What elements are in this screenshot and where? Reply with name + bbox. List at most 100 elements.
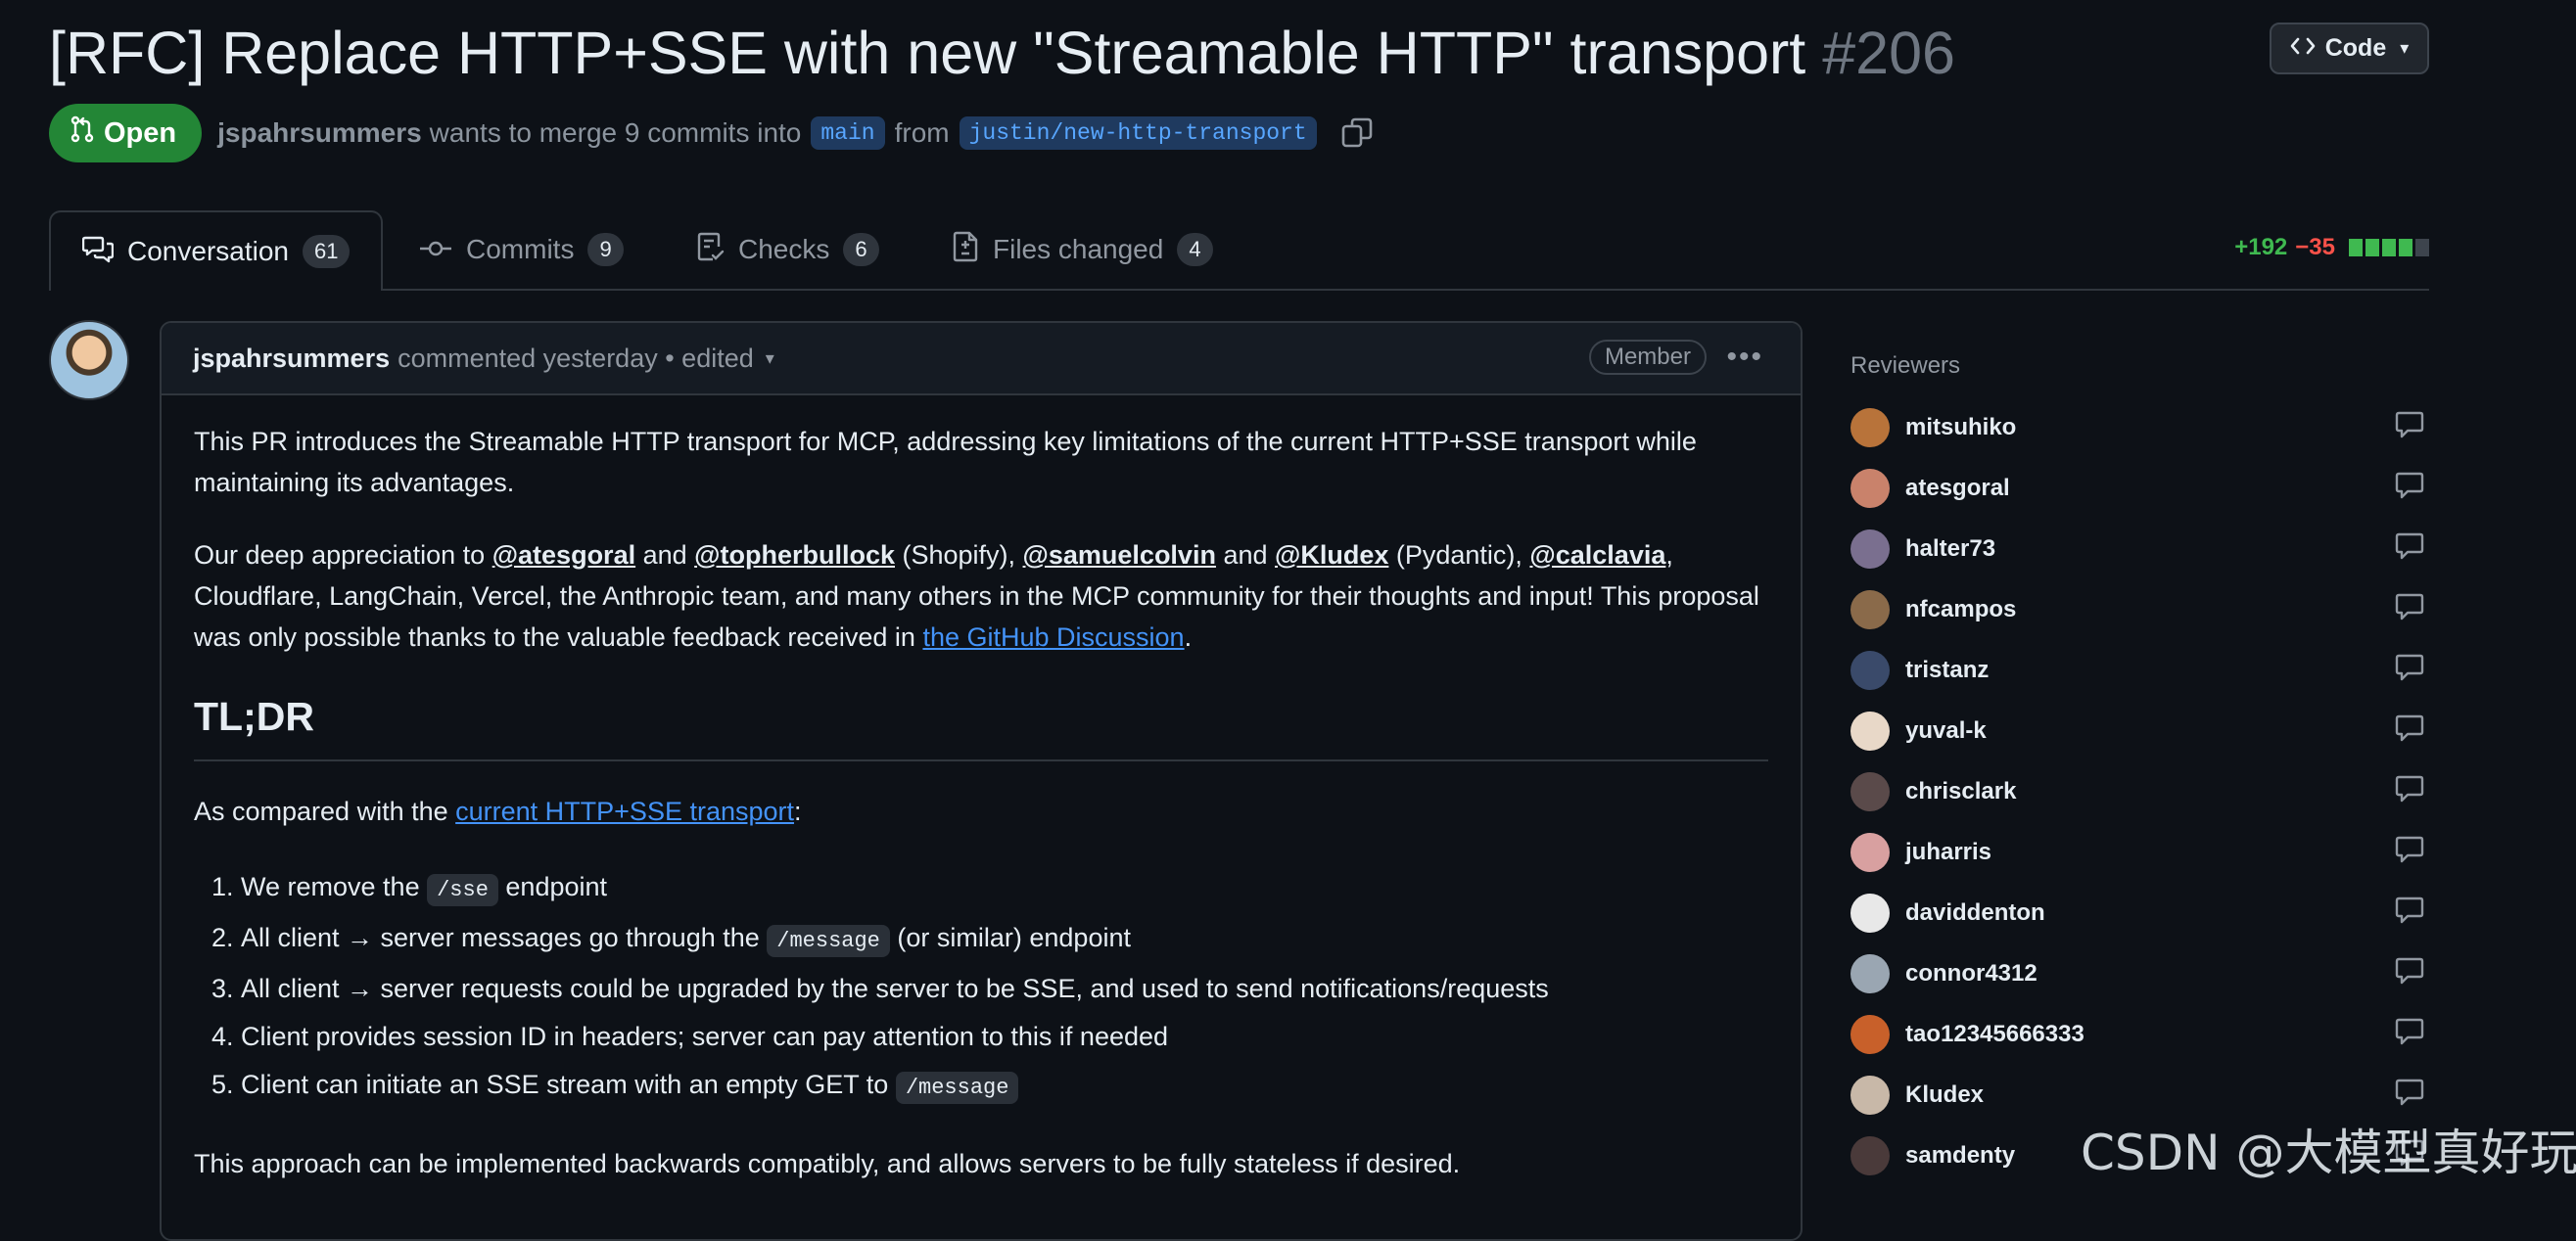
comment-icon[interactable]	[2395, 896, 2424, 929]
reviewer-name[interactable]: connor4312	[1905, 960, 2037, 988]
diffstat-additions: +192	[2234, 234, 2288, 260]
diffstat-block	[2415, 239, 2429, 256]
reviewer-item[interactable]: yuval-k	[1850, 701, 2432, 761]
diffstat-block	[2382, 239, 2396, 256]
reviewer-name[interactable]: tao12345666333	[1905, 1021, 2084, 1048]
paragraph: This PR introduces the Streamable HTTP t…	[194, 427, 1697, 497]
reviewer-item[interactable]: daviddenton	[1850, 883, 2432, 943]
reviewer-name[interactable]: nfcampos	[1905, 596, 2016, 623]
comment-icon[interactable]	[2395, 714, 2424, 747]
comment-icon[interactable]	[2395, 472, 2424, 504]
avatar[interactable]	[1850, 1076, 1890, 1115]
text: As compared with the	[194, 797, 456, 826]
reviewer-item[interactable]: mitsuhiko	[1850, 397, 2432, 458]
tab-checks[interactable]: Checks 6	[697, 210, 879, 289]
base-branch[interactable]: main	[811, 116, 885, 150]
comment-icon[interactable]	[2395, 1018, 2424, 1050]
reviewer-item[interactable]: halter73	[1850, 519, 2432, 579]
reviewer-item[interactable]: atesgoral	[1850, 458, 2432, 519]
comment-icon[interactable]	[2395, 1079, 2424, 1111]
tab-commits[interactable]: Commits 9	[419, 210, 624, 289]
author-avatar[interactable]	[49, 320, 129, 400]
comment-icon[interactable]	[2395, 836, 2424, 868]
copy-icon[interactable]	[1340, 116, 1374, 150]
avatar[interactable]	[1850, 590, 1890, 629]
comment-icon[interactable]	[2395, 532, 2424, 565]
text: All client → server messages go through …	[241, 923, 768, 952]
chevron-down-icon: ▾	[2400, 38, 2410, 58]
transport-spec-link[interactable]: current HTTP+SSE transport	[455, 797, 794, 826]
comment-icon[interactable]	[2395, 654, 2424, 686]
comment-icon[interactable]	[2395, 411, 2424, 443]
tab-label: Checks	[738, 234, 830, 264]
reviewer-name[interactable]: chrisclark	[1905, 778, 2016, 805]
text: We remove the	[241, 872, 428, 901]
state-label: Open	[104, 116, 177, 149]
merge-text: wants to merge 9 commits into	[429, 117, 802, 148]
triangle-down-icon[interactable]: ▾	[766, 348, 774, 369]
avatar[interactable]	[1850, 529, 1890, 569]
comment-icon[interactable]	[2395, 593, 2424, 625]
reviewer-name[interactable]: juharris	[1905, 839, 1991, 866]
code-button-label: Code	[2324, 34, 2387, 62]
mention-link[interactable]: @calclavia	[1529, 540, 1665, 570]
reviewer-name[interactable]: halter73	[1905, 535, 1995, 563]
reviewer-name[interactable]: mitsuhiko	[1905, 414, 2016, 441]
reviewer-name[interactable]: yuval-k	[1905, 717, 1987, 745]
reviewer-name[interactable]: atesgoral	[1905, 475, 2010, 502]
reviewer-item[interactable]: connor4312	[1850, 943, 2432, 1004]
avatar[interactable]	[1850, 1136, 1890, 1175]
avatar[interactable]	[1850, 651, 1890, 690]
reviewer-item[interactable]: juharris	[1850, 822, 2432, 883]
paragraph: This approach can be implemented backwar…	[194, 1149, 1461, 1178]
comment-discussion-icon	[81, 234, 115, 270]
changes-list: We remove the /sse endpoint All client →…	[194, 863, 1768, 1112]
reviewer-item[interactable]: nfcampos	[1850, 579, 2432, 640]
avatar[interactable]	[1850, 408, 1890, 447]
reviewer-name[interactable]: daviddenton	[1905, 899, 2045, 927]
diffstat-block	[2365, 239, 2379, 256]
tab-conversation[interactable]: Conversation 61	[49, 210, 384, 291]
avatar[interactable]	[1850, 954, 1890, 993]
avatar[interactable]	[1850, 712, 1890, 751]
avatar[interactable]	[1850, 772, 1890, 811]
avatar[interactable]	[1850, 1015, 1890, 1054]
avatar[interactable]	[1850, 833, 1890, 872]
section-heading: TL;DR	[194, 689, 1768, 761]
state-badge: Open	[49, 104, 203, 162]
avatar[interactable]	[1850, 894, 1890, 933]
inline-code: /message	[767, 925, 890, 957]
discussion-link[interactable]: the GitHub Discussion	[922, 622, 1184, 652]
mention-link[interactable]: @atesgoral	[492, 540, 635, 570]
comment-header: jspahrsummers commented yesterday • edit…	[162, 323, 1801, 395]
pr-title: [RFC] Replace HTTP+SSE with new "Streama…	[49, 14, 1955, 92]
comment-body: This PR introduces the Streamable HTTP t…	[162, 395, 1801, 1184]
reviewer-item[interactable]: tao12345666333	[1850, 1004, 2432, 1065]
mention-link[interactable]: @Kludex	[1275, 540, 1388, 570]
comment-meta[interactable]: commented yesterday • edited	[398, 344, 754, 374]
reviewers-heading: Reviewers	[1850, 352, 1961, 379]
diffstat-block	[2399, 239, 2412, 256]
mention-link[interactable]: @topherbullock	[694, 540, 895, 570]
tab-files-changed[interactable]: Files changed 4	[952, 210, 1213, 289]
pr-author-link[interactable]: jspahrsummers	[217, 117, 422, 149]
list-item: We remove the /sse endpoint	[241, 863, 1768, 914]
head-branch[interactable]: justin/new-http-transport	[959, 116, 1317, 150]
code-button[interactable]: Code ▾	[2270, 23, 2429, 74]
reviewer-item[interactable]: tristanz	[1850, 640, 2432, 701]
tab-counter: 9	[587, 233, 624, 266]
reviewer-name[interactable]: samdenty	[1905, 1142, 2015, 1170]
reviewer-item[interactable]: chrisclark	[1850, 761, 2432, 822]
diffstat-deletions: −35	[2295, 234, 2335, 260]
reviewer-name[interactable]: tristanz	[1905, 657, 1989, 684]
reviewer-name[interactable]: Kludex	[1905, 1081, 1984, 1109]
comment-icon[interactable]	[2395, 957, 2424, 989]
list-item: Client can initiate an SSE stream with a…	[241, 1061, 1768, 1112]
comment-icon[interactable]	[2395, 775, 2424, 807]
sidebar-reviewers: Reviewers mitsuhiko atesgoral halter73 nfca…	[1850, 352, 2432, 1186]
kebab-horizontal-icon[interactable]: •••	[1726, 341, 1763, 374]
inline-code: /message	[895, 1072, 1019, 1104]
mention-link[interactable]: @samuelcolvin	[1023, 540, 1216, 570]
avatar[interactable]	[1850, 469, 1890, 508]
comment-author[interactable]: jspahrsummers	[193, 344, 390, 374]
